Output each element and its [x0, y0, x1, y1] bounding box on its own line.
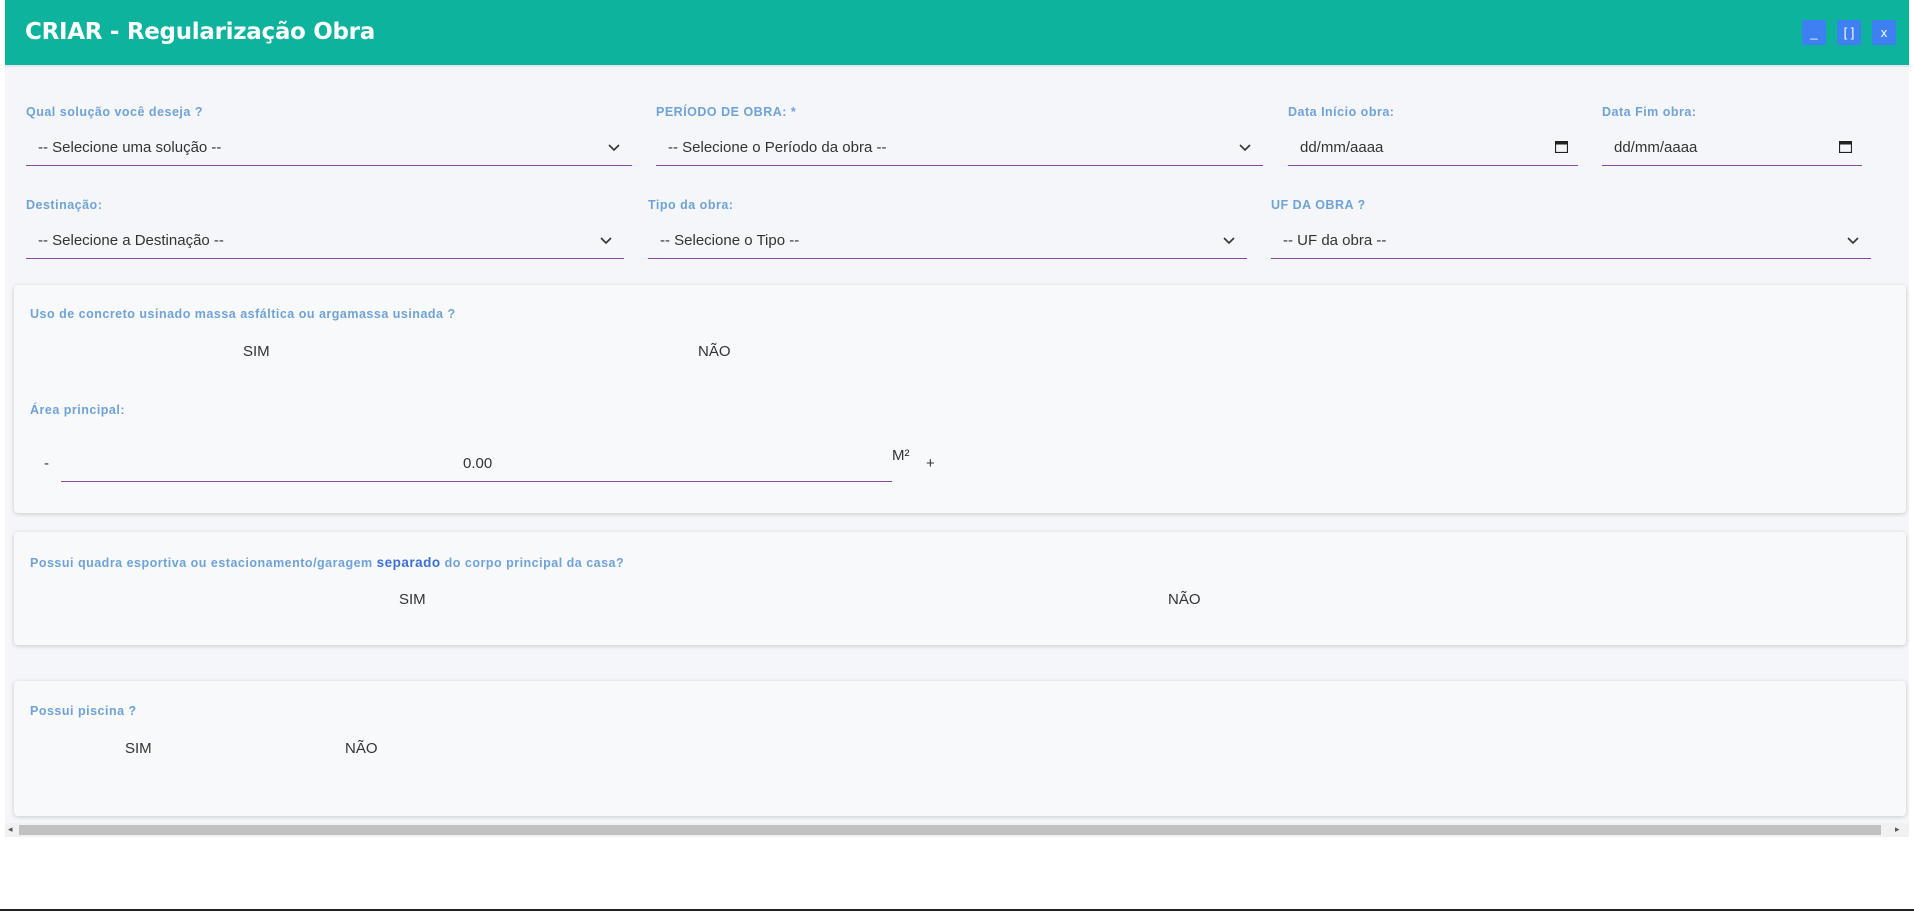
uf-label: UF DA OBRA ?	[1271, 198, 1366, 212]
destinacao-select[interactable]: -- Selecione a Destinação --	[26, 224, 624, 259]
data-inicio-value: dd/mm/aaaa	[1300, 139, 1384, 156]
concreto-nao-option[interactable]: NÃO	[698, 343, 731, 360]
chevron-down-icon	[1847, 237, 1859, 245]
data-inicio-label: Data Início obra:	[1288, 105, 1395, 119]
bottom-divider	[0, 909, 1914, 911]
piscina-card	[14, 681, 1906, 816]
periodo-select-value: -- Selecione o Período da obra --	[668, 139, 887, 156]
scroll-right-icon[interactable]: ▸	[1895, 824, 1900, 835]
close-button[interactable]: x	[1872, 20, 1896, 45]
area-unit: M²	[892, 447, 910, 464]
piscina-question: Possui piscina ?	[30, 704, 137, 718]
destinacao-select-value: -- Selecione a Destinação --	[38, 232, 224, 249]
area-principal-label: Área principal:	[30, 403, 126, 417]
minimize-button[interactable]: _	[1802, 20, 1826, 45]
quadra-question: Possui quadra esportiva ou estacionament…	[30, 555, 624, 570]
data-fim-label: Data Fim obra:	[1602, 105, 1697, 119]
piscina-sim-option[interactable]: SIM	[125, 740, 152, 757]
chevron-down-icon	[608, 144, 620, 152]
scroll-left-icon[interactable]: ◂	[8, 824, 13, 835]
solucao-label: Qual solução você deseja ?	[26, 105, 203, 119]
destinacao-label: Destinação:	[26, 198, 103, 212]
quadra-card	[14, 532, 1906, 645]
chevron-down-icon	[600, 237, 612, 245]
horizontal-scrollbar[interactable]: ◂ ▸	[5, 823, 1909, 837]
data-fim-input[interactable]: dd/mm/aaaa	[1602, 131, 1862, 166]
piscina-nao-option[interactable]: NÃO	[345, 740, 378, 757]
window-title: CRIAR - Regularização Obra	[25, 19, 375, 45]
quadra-question-bold: separado	[376, 555, 441, 570]
data-fim-value: dd/mm/aaaa	[1614, 139, 1698, 156]
solucao-select[interactable]: -- Selecione uma solução --	[26, 131, 632, 166]
chevron-down-icon	[1239, 144, 1251, 152]
area-principal-input[interactable]: 0.00	[61, 447, 892, 482]
uf-select-value: -- UF da obra --	[1283, 232, 1387, 249]
tipo-select-value: -- Selecione o Tipo --	[660, 232, 800, 249]
calendar-icon[interactable]	[1839, 141, 1852, 153]
quadra-question-part2: do corpo principal da casa?	[440, 556, 625, 570]
maximize-button[interactable]: [ ]	[1837, 20, 1861, 45]
periodo-select[interactable]: -- Selecione o Período da obra --	[656, 131, 1263, 166]
data-inicio-input[interactable]: dd/mm/aaaa	[1288, 131, 1578, 166]
area-increment-button[interactable]: +	[926, 455, 935, 472]
uf-select[interactable]: -- UF da obra --	[1271, 224, 1871, 259]
solucao-select-value: -- Selecione uma solução --	[38, 139, 222, 156]
area-decrement-button[interactable]: -	[44, 455, 49, 472]
chevron-down-icon	[1223, 237, 1235, 245]
tipo-select[interactable]: -- Selecione o Tipo --	[648, 224, 1247, 259]
tipo-label: Tipo da obra:	[648, 198, 734, 212]
concreto-question: Uso de concreto usinado massa asfáltica …	[30, 307, 456, 321]
calendar-icon[interactable]	[1555, 141, 1568, 153]
quadra-question-part1: Possui quadra esportiva ou estacionament…	[30, 556, 377, 570]
window-titlebar: CRIAR - Regularização Obra _ [ ] x	[5, 0, 1909, 67]
area-principal-value: 0.00	[463, 455, 493, 472]
quadra-nao-option[interactable]: NÃO	[1168, 591, 1201, 608]
quadra-sim-option[interactable]: SIM	[399, 591, 426, 608]
concreto-sim-option[interactable]: SIM	[243, 343, 270, 360]
periodo-label: PERÍODO DE OBRA: *	[656, 105, 797, 119]
scrollbar-thumb[interactable]	[19, 825, 1881, 835]
